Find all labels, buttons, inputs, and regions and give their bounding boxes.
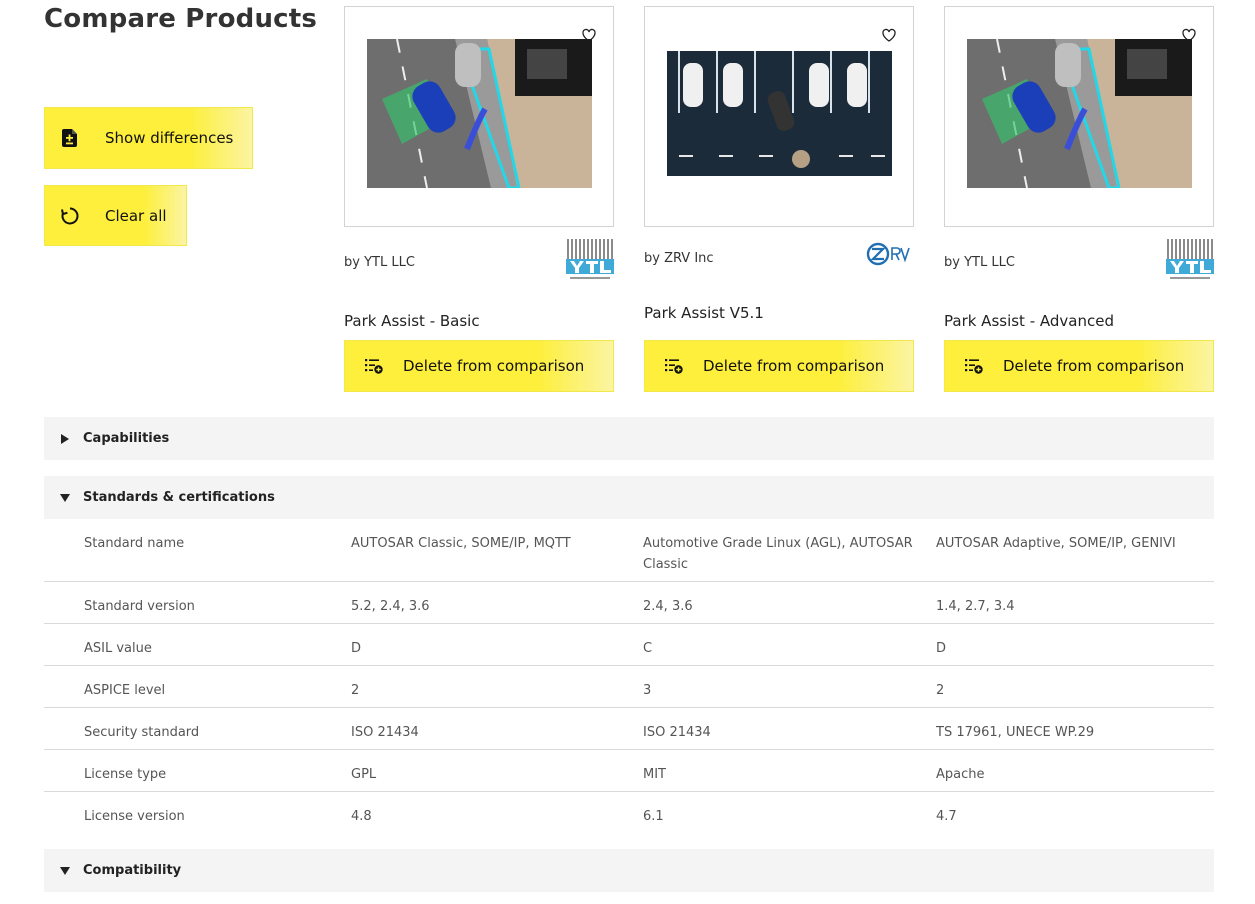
spec-value: 6.1	[643, 809, 664, 824]
clear-all-button[interactable]: Clear all	[44, 185, 187, 246]
delete-from-comparison-label: Delete from comparison	[1003, 357, 1185, 375]
section-title: Standards & certifications	[83, 490, 275, 505]
ytl-logo	[1166, 239, 1214, 283]
product-card: by YTL LLC Park Assist - Advanced Delete…	[944, 6, 1214, 392]
list-remove-icon	[665, 356, 685, 376]
list-remove-icon	[965, 356, 985, 376]
ytl-logo	[566, 239, 614, 283]
spec-value: 2	[936, 683, 945, 698]
spec-label: Security standard	[84, 725, 200, 740]
section-title: Compatibility	[83, 863, 182, 878]
zrv-logo	[866, 240, 914, 270]
show-differences-label: Show differences	[105, 129, 234, 147]
spec-row-asil-value: ASIL value D C D	[44, 624, 1214, 666]
product-image[interactable]	[667, 51, 892, 176]
spec-row-aspice-level: ASPICE level 2 3 2	[44, 666, 1214, 708]
spec-value: 2.4, 3.6	[643, 599, 693, 614]
spec-label: Standard version	[84, 599, 195, 614]
vendor-name: by YTL LLC	[344, 255, 415, 270]
spec-value: 5.2, 2.4, 3.6	[351, 599, 430, 614]
caret-down-icon	[60, 493, 70, 503]
spec-label: ASIL value	[84, 641, 152, 656]
section-capabilities[interactable]: Capabilities	[44, 417, 1214, 460]
spec-value: Automotive Grade Linux (AGL), AUTOSAR Cl…	[643, 536, 913, 572]
delete-from-comparison-label: Delete from comparison	[703, 357, 885, 375]
page-title: Compare Products	[44, 4, 318, 34]
spec-value: Apache	[936, 767, 985, 782]
product-name: Park Assist - Basic	[344, 312, 480, 330]
list-remove-icon	[365, 356, 385, 376]
product-card: by ZRV Inc Park Assist V5.1 Delete from …	[644, 6, 914, 392]
clear-all-label: Clear all	[105, 206, 167, 225]
vendor-name: by ZRV Inc	[644, 251, 714, 266]
spec-value: D	[351, 641, 362, 656]
section-title: Capabilities	[83, 431, 170, 446]
spec-value: ISO 21434	[643, 725, 711, 740]
spec-value: C	[643, 641, 653, 656]
show-differences-button[interactable]: Show differences	[44, 107, 253, 169]
spec-value: 3	[643, 683, 652, 698]
spec-value: GPL	[351, 767, 377, 782]
delete-from-comparison-button[interactable]: Delete from comparison	[344, 340, 614, 392]
product-name: Park Assist - Advanced	[944, 312, 1114, 330]
spec-row-license-version: License version 4.8 6.1 4.7	[44, 792, 1214, 834]
spec-value: 4.7	[936, 809, 957, 824]
spec-label: Standard name	[84, 536, 185, 551]
section-standards-certifications[interactable]: Standards & certifications	[44, 476, 1214, 519]
spec-value: 2	[351, 683, 360, 698]
spec-row-security-standard: Security standard ISO 21434 ISO 21434 TS…	[44, 708, 1214, 750]
product-card: by YTL LLC Park Assist - Basic Delete fr…	[344, 6, 614, 392]
spec-value: AUTOSAR Adaptive, SOME/IP, GENIVI	[936, 536, 1176, 551]
spec-label: License version	[84, 809, 185, 824]
product-image[interactable]	[967, 39, 1192, 188]
section-compatibility[interactable]: Compatibility	[44, 849, 1214, 892]
product-image-frame	[644, 6, 914, 227]
product-image-frame	[344, 6, 614, 227]
product-image[interactable]	[367, 39, 592, 188]
favorite-heart-icon[interactable]	[881, 27, 897, 43]
caret-down-icon	[60, 866, 70, 876]
delete-from-comparison-button[interactable]: Delete from comparison	[944, 340, 1214, 392]
spec-row-standard-version: Standard version 5.2, 2.4, 3.6 2.4, 3.6 …	[44, 582, 1214, 624]
product-image-frame	[944, 6, 1214, 227]
spec-value: 4.8	[351, 809, 372, 824]
spec-value: ISO 21434	[351, 725, 419, 740]
spec-row-standard-name: Standard name AUTOSAR Classic, SOME/IP, …	[44, 519, 1214, 582]
vendor-name: by YTL LLC	[944, 255, 1015, 270]
spec-value: 1.4, 2.7, 3.4	[936, 599, 1015, 614]
spec-label: ASPICE level	[84, 683, 166, 698]
spec-value: TS 17961, UNECE WP.29	[936, 725, 1095, 740]
spec-value: MIT	[643, 767, 666, 782]
caret-right-icon	[60, 433, 70, 444]
product-name: Park Assist V5.1	[644, 304, 764, 322]
document-compare-icon	[58, 126, 82, 150]
delete-from-comparison-label: Delete from comparison	[403, 357, 585, 375]
spec-label: License type	[84, 767, 167, 782]
spec-value: AUTOSAR Classic, SOME/IP, MQTT	[351, 536, 571, 551]
reset-icon	[58, 204, 82, 228]
spec-value: D	[936, 641, 947, 656]
delete-from-comparison-button[interactable]: Delete from comparison	[644, 340, 914, 392]
spec-row-license-type: License type GPL MIT Apache	[44, 750, 1214, 792]
